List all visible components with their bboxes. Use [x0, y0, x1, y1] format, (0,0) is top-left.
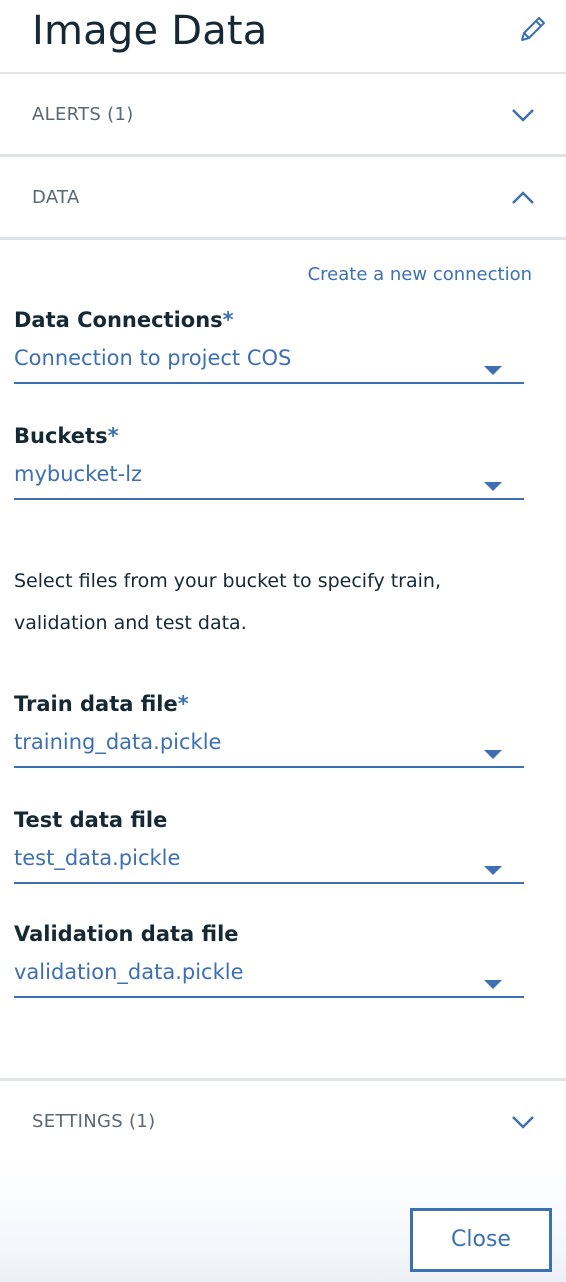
data-connections-label: Data Connections*: [14, 308, 234, 332]
panel-header: Image Data: [0, 0, 566, 74]
data-connections-value: Connection to project COS: [14, 346, 292, 370]
test-file-label: Test data file: [14, 808, 168, 832]
pencil-icon[interactable]: [514, 12, 550, 48]
alerts-section-label: ALERTS (1): [32, 104, 134, 125]
validation-file-value: validation_data.pickle: [14, 960, 244, 984]
chevron-up-icon: [512, 191, 534, 204]
buckets-label: Buckets*: [14, 424, 119, 448]
panel-footer: Close: [0, 1160, 566, 1282]
alerts-section-toggle[interactable]: ALERTS (1): [0, 74, 566, 157]
test-file-value: test_data.pickle: [14, 846, 181, 870]
data-section-label: DATA: [32, 187, 80, 208]
caret-down-icon: [484, 482, 502, 491]
train-file-label: Train data file*: [14, 692, 189, 716]
caret-down-icon: [484, 866, 502, 875]
data-connections-field: Data Connections* Connection to project …: [14, 308, 524, 384]
chevron-down-icon: [512, 1116, 534, 1129]
train-file-select[interactable]: training_data.pickle: [14, 724, 524, 768]
validation-file-select[interactable]: validation_data.pickle: [14, 954, 524, 998]
settings-section-label: SETTINGS (1): [32, 1111, 156, 1132]
data-section-body: Create a new connection Data Connections…: [0, 240, 566, 1081]
validation-file-label: Validation data file: [14, 922, 239, 946]
caret-down-icon: [484, 980, 502, 989]
buckets-field: Buckets* mybucket-lz: [14, 424, 524, 500]
caret-down-icon: [484, 750, 502, 759]
chevron-down-icon: [512, 109, 534, 122]
create-connection-link[interactable]: Create a new connection: [308, 264, 532, 285]
help-text: Select files from your bucket to specify…: [14, 570, 441, 634]
page-title: Image Data: [32, 8, 268, 54]
train-file-field: Train data file* training_data.pickle: [14, 692, 524, 768]
test-file-field: Test data file test_data.pickle: [14, 808, 524, 884]
train-file-value: training_data.pickle: [14, 730, 222, 754]
buckets-value: mybucket-lz: [14, 462, 143, 486]
buckets-select[interactable]: mybucket-lz: [14, 456, 524, 500]
required-marker: *: [107, 424, 119, 448]
test-file-select[interactable]: test_data.pickle: [14, 840, 524, 884]
required-marker: *: [222, 308, 234, 332]
data-connections-select[interactable]: Connection to project COS: [14, 340, 524, 384]
required-marker: *: [177, 692, 189, 716]
data-section-toggle[interactable]: DATA: [0, 157, 566, 240]
close-button[interactable]: Close: [410, 1208, 552, 1272]
caret-down-icon: [484, 366, 502, 375]
validation-file-field: Validation data file validation_data.pic…: [14, 922, 524, 998]
settings-section-toggle[interactable]: SETTINGS (1): [0, 1081, 566, 1164]
